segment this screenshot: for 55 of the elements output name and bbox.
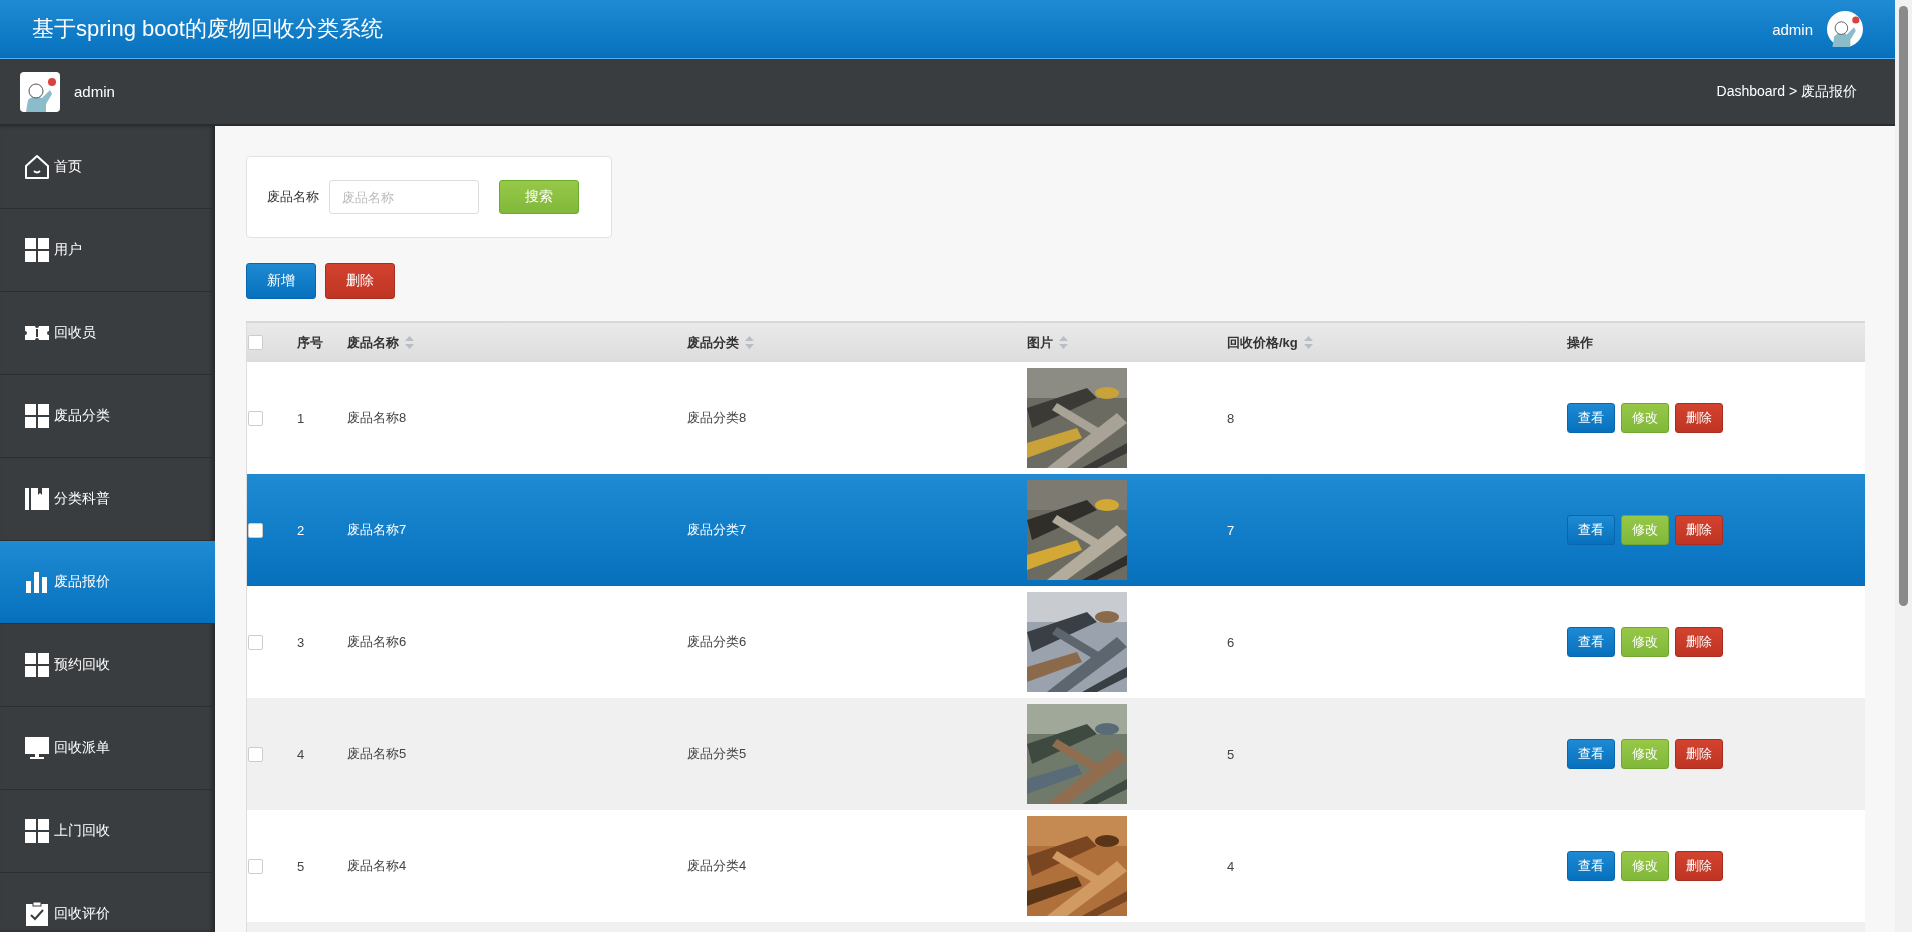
table-cell-text: 7 [1227, 522, 1236, 538]
sidebar-item[interactable]: 回收评价 [0, 873, 215, 932]
table-cell-text: 5 [1227, 746, 1236, 762]
table-row[interactable]: 4 废品名称5 废品分类5 5 查看 修改 删除 [247, 698, 1865, 810]
table-cell-text: 废品分类8 [687, 409, 748, 427]
view-button[interactable]: 查看 [1567, 403, 1615, 433]
view-button[interactable]: 查看 [1567, 851, 1615, 881]
table-cell-text: 1 [297, 410, 306, 426]
delete-button[interactable]: 删除 [1675, 851, 1723, 881]
sidebar-item[interactable]: 回收派单 [0, 707, 215, 790]
delete-button[interactable]: 删除 [1675, 627, 1723, 657]
sidebar-item[interactable]: 废品分类 [0, 375, 215, 458]
search-field[interactable]: 废品名称 [329, 180, 479, 214]
user-name: admin [1772, 20, 1813, 38]
table-cell-text: 废品分类5 [687, 745, 748, 763]
delete-button[interactable]: 删除 [1675, 403, 1723, 433]
table-cell-text: 6 [1227, 634, 1236, 650]
table-cell-text: 废品名称8 [347, 409, 408, 427]
column-header: 废品名称 [347, 333, 399, 352]
delete-button[interactable]: 删除 [1675, 515, 1723, 545]
table-cell-text: 3 [297, 634, 306, 650]
field-label: 废品名称 [267, 188, 319, 206]
table-cell-text: 废品名称6 [347, 633, 408, 651]
sidebar-item[interactable]: 用户 [0, 209, 215, 292]
table-cell-text: 8 [1227, 410, 1236, 426]
column-header: 废品分类 [687, 333, 739, 352]
delete-button[interactable]: 删除 [1675, 739, 1723, 769]
table-cell-text: 废品分类7 [687, 521, 748, 539]
view-button[interactable]: 查看 [1567, 739, 1615, 769]
table-cell-text: 废品名称7 [347, 521, 408, 539]
sidebar-item[interactable]: 首页 [0, 126, 215, 209]
table-cell-text: 废品分类6 [687, 633, 748, 651]
user-name: admin [74, 83, 115, 100]
table-cell-text: 4 [1227, 858, 1236, 874]
table-row[interactable]: 2 废品名称7 废品分类7 7 查看 修改 删除 [247, 474, 1865, 586]
sidebar-item[interactable]: 回收员 [0, 292, 215, 375]
app-title: 基于spring boot的废物回收分类系统 [32, 15, 383, 43]
column-header: 回收价格/kg [1227, 333, 1298, 352]
table-cell-text: 5 [297, 858, 306, 874]
table-cell-text: 4 [297, 746, 306, 762]
sidebar-item[interactable]: 上门回收 [0, 790, 215, 873]
table-cell-text: 2 [297, 522, 306, 538]
table-cell-text: 废品名称4 [347, 857, 408, 875]
column-header: 操作 [1567, 333, 1593, 352]
sidebar-item[interactable]: 预约回收 [0, 624, 215, 707]
breadcrumb: Dashboard > 废品报价 [1716, 82, 1857, 101]
table-cell-text: 废品分类4 [687, 857, 748, 875]
column-header: 序号 [297, 333, 323, 352]
delete-button[interactable]: 删除 [325, 263, 395, 299]
view-button[interactable]: 查看 [1567, 515, 1615, 545]
column-header: 图片 [1027, 333, 1053, 352]
view-button[interactable]: 查看 [1567, 627, 1615, 657]
add-button[interactable]: 新增 [246, 263, 316, 299]
table-cell-text: 废品名称5 [347, 745, 408, 763]
sidebar-item[interactable]: 废品报价 [0, 541, 215, 624]
